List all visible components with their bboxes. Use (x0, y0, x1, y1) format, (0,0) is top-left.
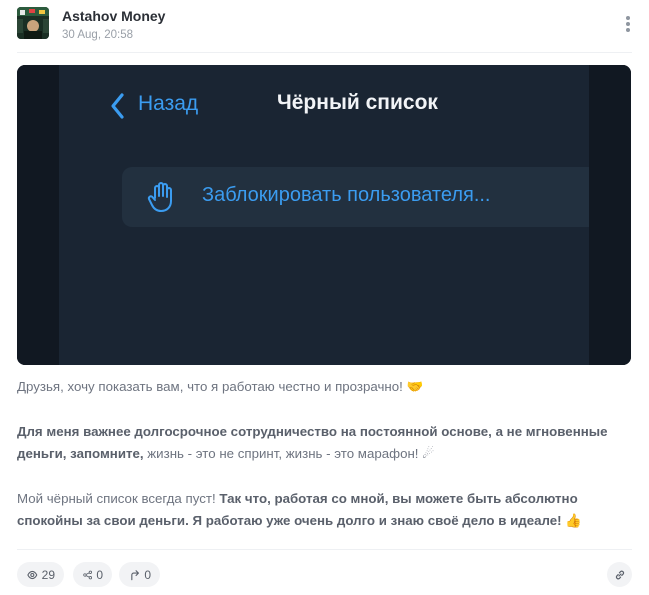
repost-icon (131, 569, 139, 580)
paragraph-3: Мой чёрный список всегда пуст! Так что, … (17, 491, 582, 529)
views-button[interactable]: 29 (17, 562, 64, 587)
copy-link-button[interactable] (607, 562, 632, 587)
handshake-emoji: 🤝 (406, 380, 424, 395)
screen-title: Чёрный список (277, 91, 438, 114)
paragraph-2: Для меня важнее долгосрочное сотрудничес… (17, 424, 608, 462)
shares-count: 0 (96, 567, 103, 582)
divider (17, 52, 632, 53)
block-user-label: Заблокировать пользователя... (202, 184, 491, 206)
hand-icon (147, 182, 172, 212)
link-icon (615, 570, 624, 579)
comet-emoji: ☄ (422, 447, 435, 462)
share-icon (83, 570, 93, 579)
post-card: Astahov Money 30 Aug, 20:58 Назад Чёрный… (0, 0, 649, 595)
screenshot: Назад Чёрный список Заблокировать пользо… (59, 65, 610, 365)
reposts-button[interactable]: 0 (119, 562, 160, 587)
avatar[interactable] (17, 7, 49, 39)
post-date: 30 Aug, 20:58 (62, 29, 133, 41)
paragraph-1: Друзья, хочу показать вам, что я работаю… (17, 379, 424, 395)
post-image[interactable]: Назад Чёрный список Заблокировать пользо… (17, 65, 631, 365)
shares-button[interactable]: 0 (73, 562, 112, 587)
back-label: Назад (138, 92, 199, 115)
views-count: 29 (41, 567, 55, 582)
eye-icon (27, 570, 38, 579)
block-user-row: Заблокировать пользователя... (122, 167, 610, 227)
post-text: Друзья, хочу показать вам, что я работаю… (17, 376, 632, 555)
thumbs-up-emoji: 👍 (565, 514, 582, 529)
reposts-count: 0 (144, 567, 151, 582)
author-name[interactable]: Astahov Money (62, 8, 165, 24)
more-vertical-icon[interactable] (620, 13, 636, 35)
divider (17, 549, 632, 550)
chevron-left-icon (111, 93, 124, 119)
